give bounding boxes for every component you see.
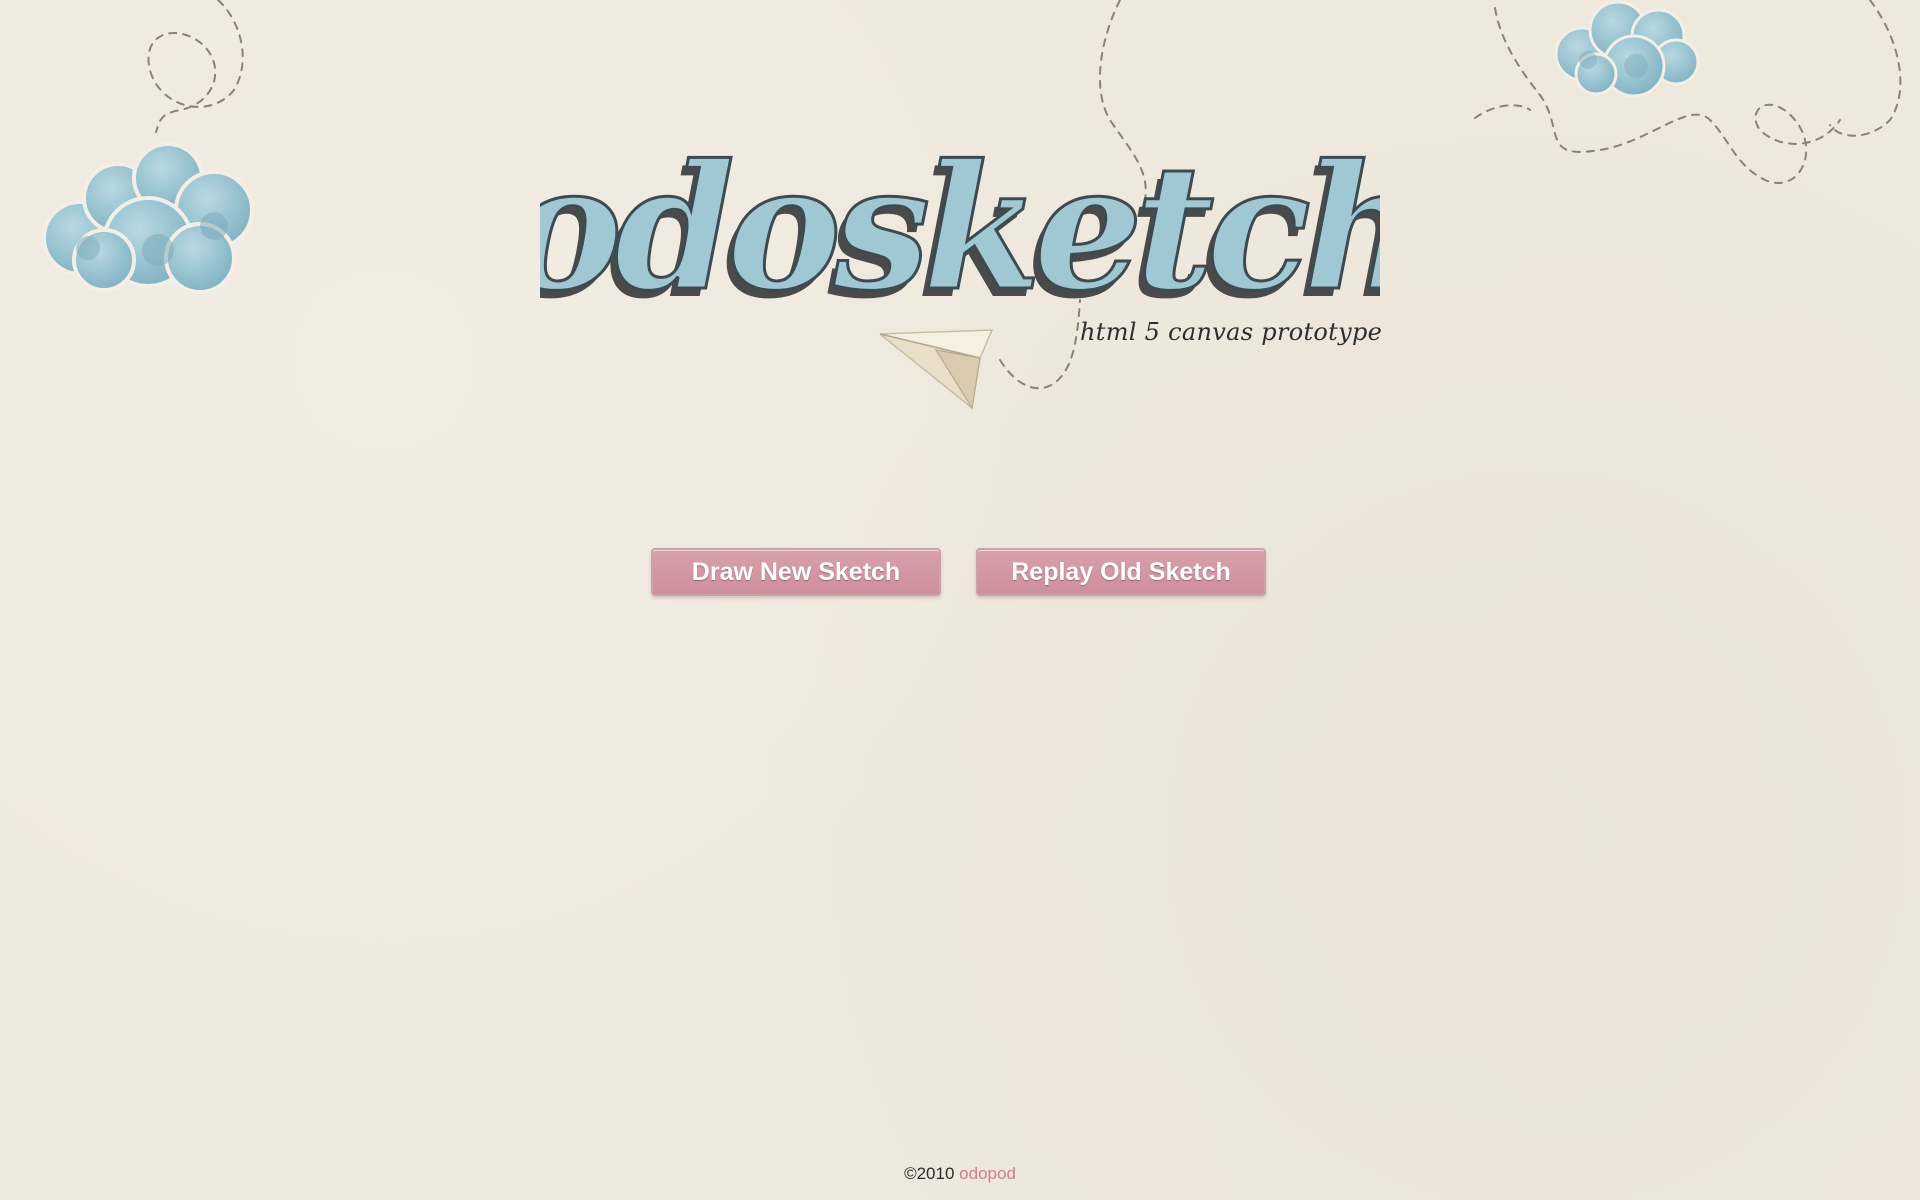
odosketch-logo: odosketch odosketch [540,128,1380,328]
odopod-link[interactable]: odopod [959,1164,1016,1183]
draw-new-sketch-button[interactable]: Draw New Sketch [651,548,941,596]
copyright-text: ©2010 [904,1164,955,1183]
page: odosketch odosketch html 5 canvas protot… [0,0,1920,1200]
tagline: html 5 canvas prototype [1080,318,1383,346]
cloud-icon [1554,0,1700,98]
footer: ©2010 odopod [0,1164,1920,1184]
cloud-icon [42,142,254,294]
logo-wordmark: odosketch [540,128,1380,328]
paper-plane-icon [879,329,994,410]
replay-old-sketch-button[interactable]: Replay Old Sketch [976,548,1266,596]
